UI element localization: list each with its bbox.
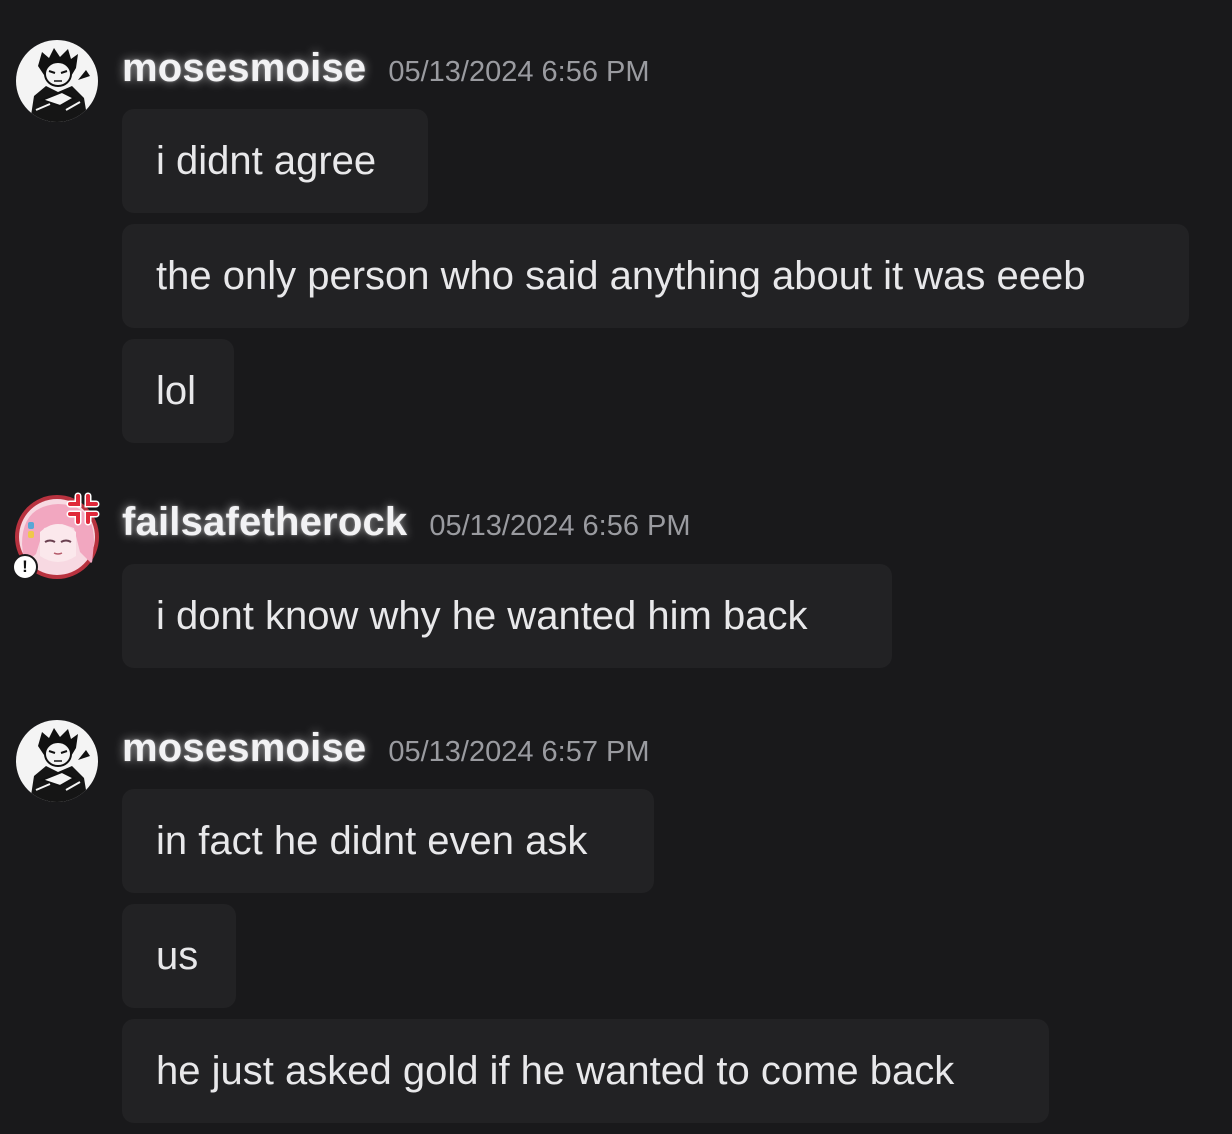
manga-avatar-icon	[16, 40, 98, 122]
username[interactable]: failsafetherock	[122, 500, 407, 545]
message-header: failsafetherock 05/13/2024 6:56 PM	[122, 500, 691, 545]
timestamp: 05/13/2024 6:56 PM	[388, 56, 650, 88]
status-badge: !	[12, 554, 38, 580]
username[interactable]: mosesmoise	[122, 46, 366, 91]
message-bubble[interactable]: lol	[122, 339, 234, 443]
message-bubble[interactable]: he just asked gold if he wanted to come …	[122, 1019, 1049, 1123]
message-bubble[interactable]: i didnt agree	[122, 109, 428, 213]
message-bubble[interactable]: i dont know why he wanted him back	[122, 564, 892, 668]
username[interactable]: mosesmoise	[122, 726, 366, 771]
avatar-mosesmoise[interactable]	[16, 720, 98, 802]
avatar-mosesmoise[interactable]	[16, 40, 98, 122]
timestamp: 05/13/2024 6:57 PM	[388, 736, 650, 768]
timestamp: 05/13/2024 6:56 PM	[429, 510, 691, 542]
message-bubble[interactable]: the only person who said anything about …	[122, 224, 1189, 328]
manga-avatar-icon	[16, 720, 98, 802]
message-bubble[interactable]: in fact he didnt even ask	[122, 789, 654, 893]
anger-vein-icon	[66, 492, 100, 526]
exclamation-icon: !	[22, 557, 28, 576]
message-bubble[interactable]: us	[122, 904, 236, 1008]
chat-log: mosesmoise 05/13/2024 6:56 PM i didnt ag…	[0, 0, 1232, 1134]
message-header: mosesmoise 05/13/2024 6:57 PM	[122, 726, 650, 771]
message-header: mosesmoise 05/13/2024 6:56 PM	[122, 46, 650, 91]
